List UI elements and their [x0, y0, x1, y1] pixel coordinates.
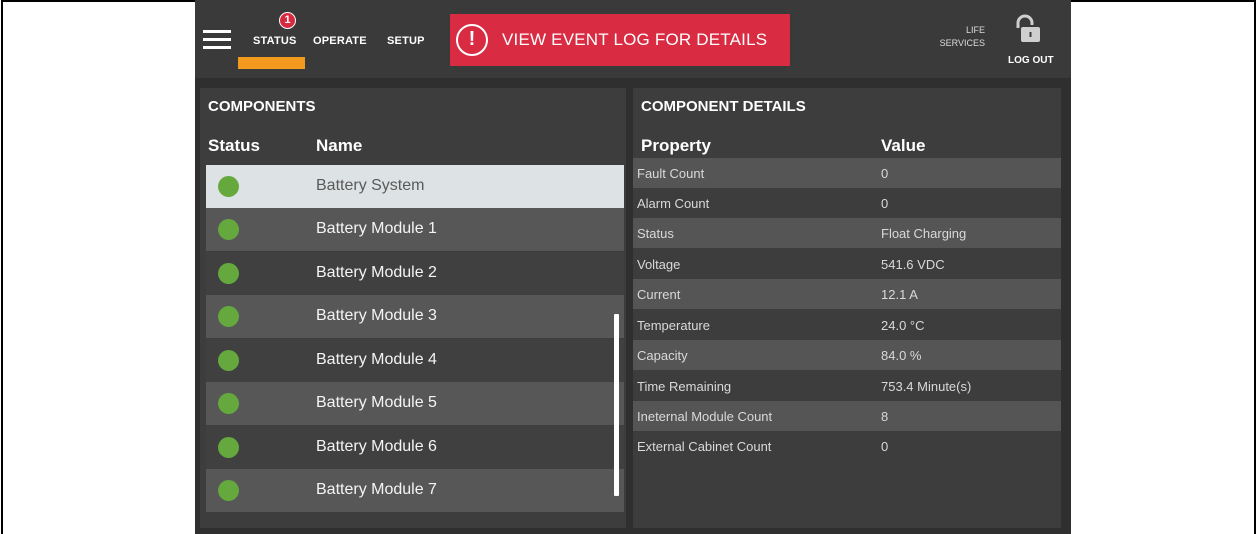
component-name: Battery Module 2	[316, 264, 437, 281]
detail-row: Current 12.1 A	[633, 279, 1061, 309]
tab-operate[interactable]: OPERATE	[313, 35, 367, 47]
property-name: Current	[637, 287, 681, 302]
property-name: External Cabinet Count	[637, 439, 772, 454]
component-name: Battery System	[316, 177, 425, 194]
property-name: Fault Count	[637, 166, 705, 181]
device-screen: 1 STATUS OPERATE SETUP ! VIEW EVENT LOG …	[195, 0, 1071, 534]
name-column-header: Name	[316, 136, 363, 155]
status-ok-indicator	[218, 263, 239, 284]
hamburger-menu-icon[interactable]	[203, 26, 233, 52]
alert-exclamation-icon: !	[456, 24, 488, 56]
component-name: Battery Module 3	[316, 307, 437, 324]
detail-row: Capacity 84.0 %	[633, 340, 1061, 370]
value-column-header: Value	[881, 136, 926, 155]
detail-row: Voltage 541.6 VDC	[633, 249, 1061, 279]
property-column-header: Property	[641, 136, 711, 155]
property-value: 12.1 A	[881, 287, 918, 302]
tab-status[interactable]: STATUS	[253, 35, 297, 47]
component-row-module-1[interactable]: Battery Module 1	[206, 208, 624, 251]
component-row-battery-system[interactable]: Battery System	[206, 165, 624, 208]
status-ok-indicator	[218, 480, 239, 501]
event-banner-label: VIEW EVENT LOG FOR DETAILS	[502, 30, 768, 49]
component-name: Battery Module 6	[316, 438, 437, 455]
property-name: Time Remaining	[637, 379, 732, 394]
log-out-button[interactable]: LOG OUT	[1008, 55, 1054, 66]
property-name: Voltage	[637, 257, 681, 272]
status-ok-indicator	[218, 176, 239, 197]
active-tab-indicator	[238, 57, 305, 69]
detail-row: Temperature 24.0 °C	[633, 310, 1061, 340]
detail-row: Time Remaining 753.4 Minute(s)	[633, 371, 1061, 401]
property-value: 84.0 %	[881, 348, 922, 363]
top-bar: 1 STATUS OPERATE SETUP ! VIEW EVENT LOG …	[195, 0, 1071, 78]
property-value: 753.4 Minute(s)	[881, 379, 972, 394]
property-name: Alarm Count	[637, 196, 710, 211]
life-services-line-1: LIFE	[965, 25, 985, 35]
status-ok-indicator	[218, 350, 239, 371]
component-row-module-7[interactable]: Battery Module 7	[206, 469, 624, 512]
detail-row: External Cabinet Count 0	[633, 431, 1061, 461]
status-ok-indicator	[218, 437, 239, 458]
property-value: 0	[881, 166, 889, 181]
detail-row: Fault Count 0	[633, 158, 1061, 188]
life-services-button[interactable]: LIFE SERVICES	[925, 24, 985, 50]
detail-row: Ineternal Module Count 8	[633, 401, 1061, 431]
component-row-module-2[interactable]: Battery Module 2	[206, 252, 624, 295]
detail-row: Alarm Count 0	[633, 188, 1061, 218]
status-alert-badge: 1	[279, 12, 296, 29]
status-column-header: Status	[208, 136, 260, 155]
component-row-module-5[interactable]: Battery Module 5	[206, 382, 624, 425]
status-ok-indicator	[218, 306, 239, 327]
component-name: Battery Module 7	[316, 481, 437, 498]
component-name: Battery Module 4	[316, 351, 437, 368]
property-name: Temperature	[637, 318, 710, 333]
frame-left-border	[1, 0, 3, 534]
frame-right-border	[1254, 0, 1256, 534]
tab-setup[interactable]: SETUP	[387, 35, 425, 47]
component-details-panel: COMPONENT DETAILS Property Value Fault C…	[633, 88, 1061, 528]
component-row-module-4[interactable]: Battery Module 4	[206, 339, 624, 382]
property-value: 0	[881, 196, 889, 211]
property-name: Status	[637, 226, 674, 241]
component-name: Battery Module 1	[316, 220, 437, 237]
component-row-module-6[interactable]: Battery Module 6	[206, 426, 624, 469]
components-panel: COMPONENTS Status Name Battery System Ba…	[200, 88, 626, 528]
property-value: Float Charging	[881, 226, 967, 241]
status-ok-indicator	[218, 393, 239, 414]
property-value: 24.0 °C	[881, 318, 925, 333]
property-name: Capacity	[637, 348, 688, 363]
status-ok-indicator	[218, 219, 239, 240]
property-name: Ineternal Module Count	[637, 409, 773, 424]
property-value: 0	[881, 439, 889, 454]
detail-row: Status Float Charging	[633, 218, 1061, 248]
component-details-title: COMPONENT DETAILS	[641, 98, 806, 115]
life-services-line-2: SERVICES	[939, 38, 985, 48]
components-scrollbar[interactable]	[614, 314, 619, 496]
component-name: Battery Module 5	[316, 394, 437, 411]
property-value: 8	[881, 409, 889, 424]
view-event-log-button[interactable]: ! VIEW EVENT LOG FOR DETAILS	[450, 14, 790, 66]
component-row-module-3[interactable]: Battery Module 3	[206, 295, 624, 338]
unlocked-padlock-icon[interactable]	[1015, 14, 1041, 44]
property-value: 541.6 VDC	[881, 257, 945, 272]
components-title: COMPONENTS	[208, 98, 316, 115]
